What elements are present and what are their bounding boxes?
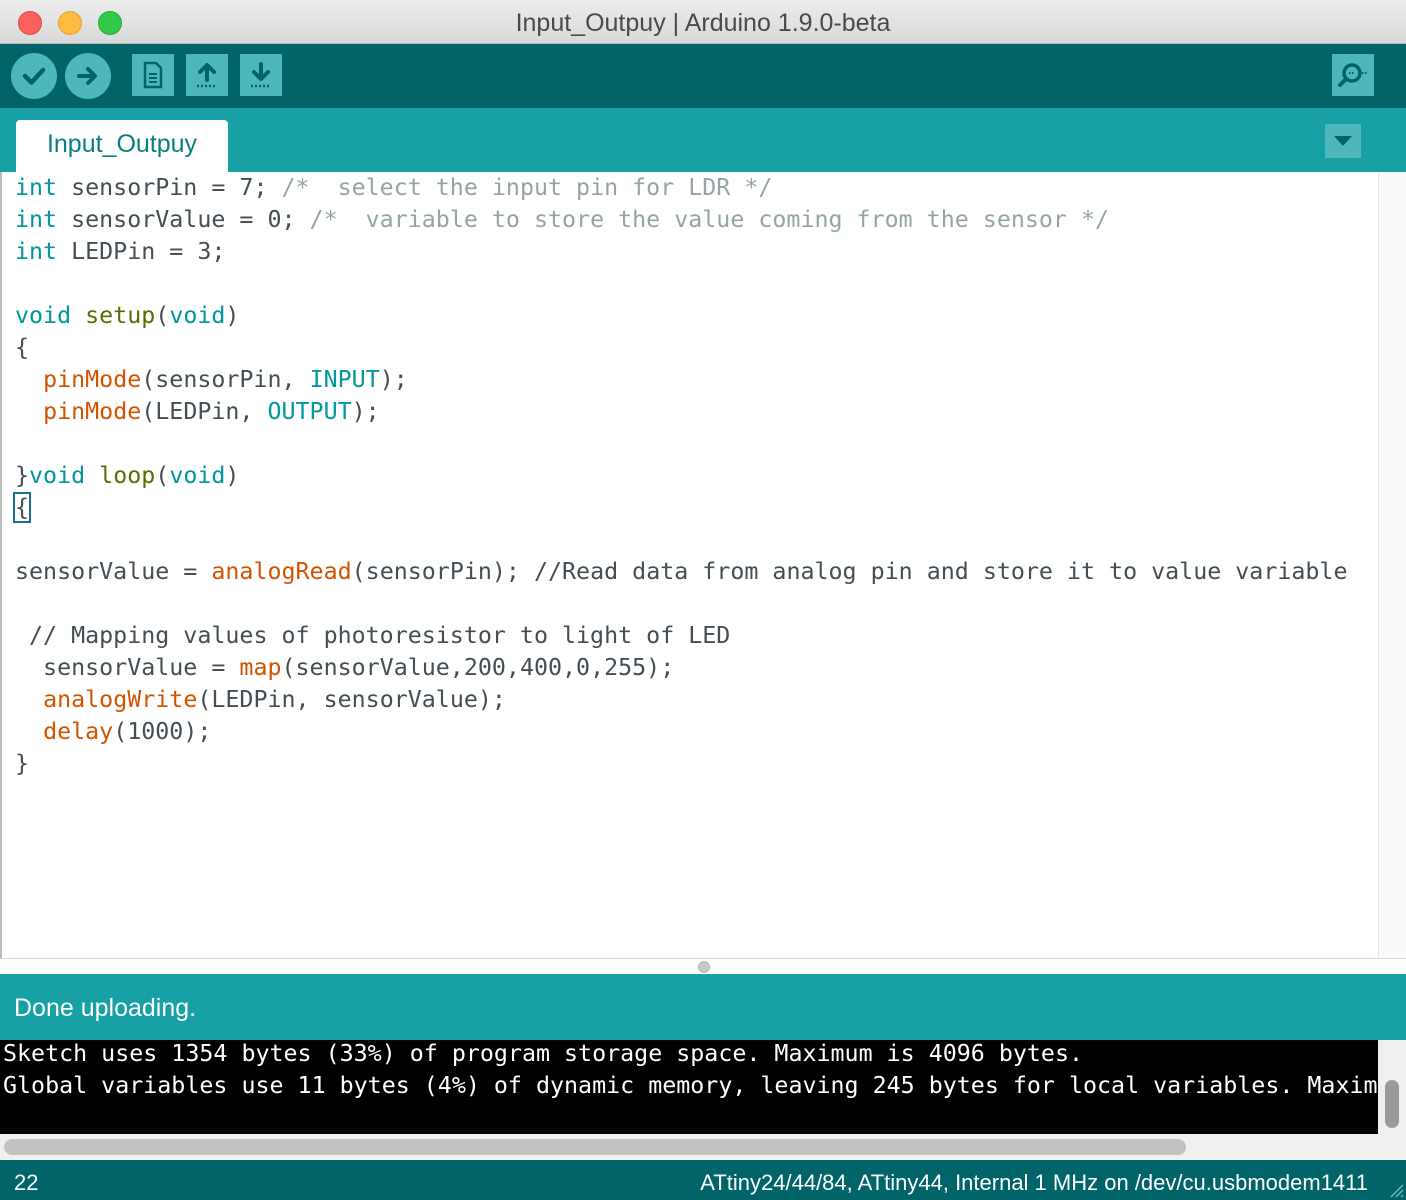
code-line-22: } [15, 750, 30, 777]
code-line-18: // Mapping values of photoresistor to li… [15, 622, 731, 649]
code-line-1: int sensorPin = 7; /* select the input p… [15, 174, 773, 201]
message-bar: Done uploading. [0, 974, 1406, 1040]
code-line-5: void setup(void) [15, 302, 240, 329]
code-line-14: { [12, 492, 32, 523]
download-arrow-icon [251, 62, 271, 88]
code-line-3: int LEDPin = 3; [15, 238, 226, 265]
upload-button[interactable] [65, 53, 111, 99]
code-line-19: sensorValue = map(sensorValue,200,400,0,… [15, 654, 675, 681]
console-line: Global variables use 11 bytes (4%) of dy… [3, 1072, 1378, 1099]
triangle-down-icon [1334, 136, 1352, 146]
console-output[interactable]: Sketch uses 1354 bytes (33%) of program … [0, 1040, 1378, 1134]
title-bar: Input_Outpuy | Arduino 1.9.0-beta [0, 0, 1406, 44]
open-sketch-button[interactable] [186, 54, 228, 96]
horizontal-scroll-thumb[interactable] [4, 1139, 1186, 1155]
status-message: Done uploading. [14, 994, 197, 1022]
toolbar [0, 44, 1406, 108]
code-line-20: analogWrite(LEDPin, sensorValue); [43, 686, 506, 713]
verify-button[interactable] [11, 53, 57, 99]
upload-arrow-icon [197, 63, 217, 88]
new-sketch-button[interactable] [132, 54, 174, 96]
footer-status-bar: 22 ATtiny24/44/84, ATtiny44, Internal 1 … [0, 1160, 1406, 1200]
code-line-6: { [15, 334, 30, 361]
code-line-21: delay(1000); [43, 718, 212, 745]
splitter-handle[interactable] [698, 961, 710, 973]
console-vertical-scrollbar[interactable] [1378, 1040, 1406, 1134]
tab-bar: Input_Outpuy [0, 108, 1406, 172]
tab-input-outpuy[interactable]: Input_Outpuy [16, 120, 228, 172]
line-number: 22 [14, 1170, 39, 1195]
code-editor[interactable]: int sensorPin = 7; /* select the input p… [0, 172, 1378, 958]
board-info: ATtiny24/44/84, ATtiny44, Internal 1 MHz… [700, 1170, 1368, 1195]
code-line-10: } [15, 462, 30, 489]
serial-monitor-button[interactable] [1332, 54, 1374, 96]
arrow-right-icon [77, 67, 97, 85]
code-line-2: int sensorValue = 0; /* variable to stor… [15, 206, 1110, 233]
code-line-8: pinMode(LEDPin, OUTPUT); [43, 398, 380, 425]
tab-menu-button[interactable] [1325, 124, 1361, 158]
save-sketch-button[interactable] [240, 54, 282, 96]
code-text[interactable]: int sensorPin = 7; /* select the input p… [12, 172, 1348, 780]
console-line: Sketch uses 1354 bytes (33%) of program … [3, 1040, 1083, 1067]
editor-console-splitter[interactable] [0, 958, 1406, 974]
window-title: Input_Outpuy | Arduino 1.9.0-beta [515, 9, 891, 37]
code-line-16: sensorValue = analogRead(sensorPin); //R… [15, 558, 1348, 585]
editor-vertical-scrollbar[interactable] [1378, 172, 1406, 958]
checkmark-icon [22, 67, 46, 85]
resize-grip-icon[interactable] [1386, 1180, 1404, 1198]
magnifier-icon [1338, 63, 1367, 87]
console-horizontal-scrollbar[interactable] [0, 1134, 1406, 1160]
console-scroll-thumb[interactable] [1385, 1080, 1399, 1128]
console-text: Sketch uses 1354 bytes (33%) of program … [3, 1040, 1378, 1102]
code-line-7: pinMode(sensorPin, INPUT); [43, 366, 408, 393]
new-file-icon [143, 61, 163, 89]
